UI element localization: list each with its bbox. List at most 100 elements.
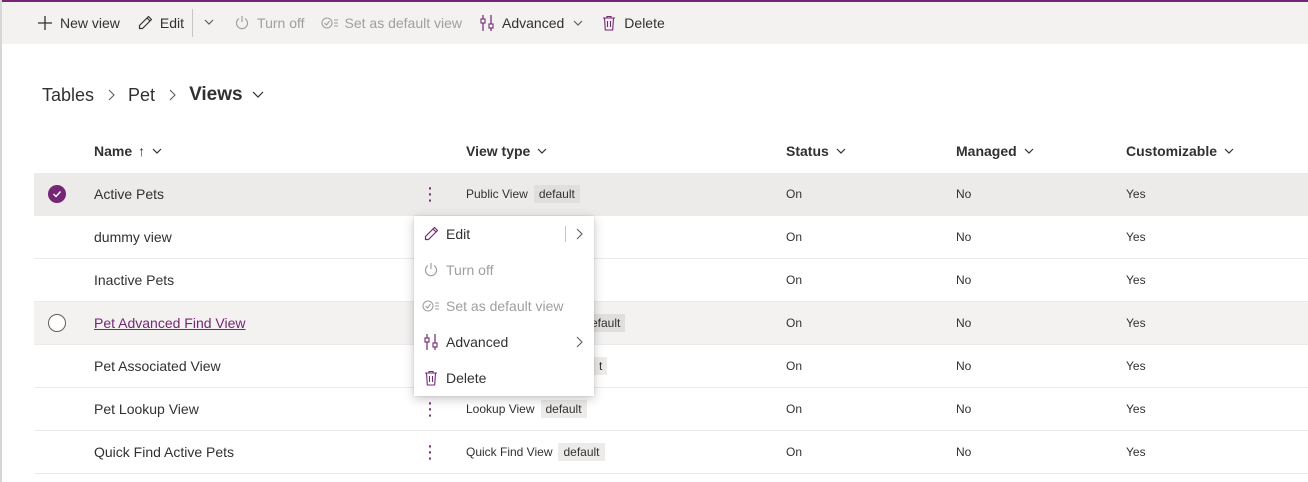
breadcrumb-pet[interactable]: Pet bbox=[128, 85, 155, 106]
row-name-link[interactable]: Pet Advanced Find View bbox=[94, 302, 246, 344]
row-managed: No bbox=[956, 445, 972, 459]
menu-item-edit[interactable]: Edit bbox=[414, 216, 594, 252]
trash-icon bbox=[422, 369, 440, 387]
chevron-right-icon bbox=[106, 88, 116, 102]
chevron-down-icon[interactable] bbox=[251, 89, 265, 101]
row-name[interactable]: Inactive Pets bbox=[94, 259, 174, 301]
row-managed: No bbox=[956, 230, 972, 244]
menu-item-delete[interactable]: Delete bbox=[414, 360, 594, 396]
set-default-label: Set as default view bbox=[344, 15, 463, 31]
more-options-icon[interactable]: ⋮ bbox=[420, 173, 440, 215]
table-row[interactable]: Inactive Pets On No Yes bbox=[34, 259, 1308, 302]
row-managed: No bbox=[956, 316, 972, 330]
power-icon bbox=[233, 14, 251, 32]
column-header-status[interactable]: Status bbox=[786, 130, 847, 172]
chevron-right-icon[interactable] bbox=[574, 216, 584, 252]
row-status: On bbox=[786, 359, 803, 373]
chevron-down-icon bbox=[151, 145, 163, 157]
view-type-text: Quick Find View bbox=[466, 445, 553, 459]
table-row[interactable]: Pet Associated View t On No Yes bbox=[34, 345, 1308, 388]
row-customizable: Yes bbox=[1126, 359, 1146, 373]
table-row[interactable]: Active Pets ⋮ Public View default On No … bbox=[34, 173, 1308, 216]
advanced-icon bbox=[478, 14, 496, 32]
column-header-managed-label: Managed bbox=[956, 143, 1017, 159]
menu-item-turn-off-label: Turn off bbox=[446, 262, 494, 278]
row-status: On bbox=[786, 402, 803, 416]
menu-item-edit-label: Edit bbox=[446, 226, 471, 242]
row-status: On bbox=[786, 445, 803, 459]
view-type-text: Public View bbox=[466, 187, 528, 201]
views-table-body: Active Pets ⋮ Public View default On No … bbox=[34, 173, 1308, 474]
table-row[interactable]: Pet Lookup View ⋮ Lookup View default On… bbox=[34, 388, 1308, 431]
column-header-view-type-label: View type bbox=[466, 143, 531, 159]
row-name[interactable]: Active Pets bbox=[94, 173, 164, 215]
column-header-name-label: Name bbox=[94, 143, 133, 159]
menu-item-advanced-label: Advanced bbox=[446, 334, 509, 350]
edit-label: Edit bbox=[159, 15, 185, 31]
chevron-down-icon bbox=[536, 145, 548, 157]
view-type-text: Lookup View bbox=[466, 402, 535, 416]
pencil-icon bbox=[422, 225, 440, 243]
sort-ascending-icon: ↑ bbox=[138, 143, 146, 159]
breadcrumb-views[interactable]: Views bbox=[189, 84, 243, 106]
row-managed: No bbox=[956, 402, 972, 416]
row-customizable: Yes bbox=[1126, 316, 1146, 330]
edit-button[interactable]: Edit bbox=[132, 7, 188, 39]
command-bar: New view Edit Turn off Set as default vi… bbox=[2, 2, 1308, 44]
table-row[interactable]: Pet Advanced Find View efault On No Yes bbox=[34, 302, 1308, 345]
left-border bbox=[0, 0, 2, 482]
row-view-type: Public View default bbox=[466, 173, 580, 215]
new-view-label: New view bbox=[60, 15, 120, 31]
new-view-button[interactable]: New view bbox=[32, 7, 124, 39]
advanced-button[interactable]: Advanced bbox=[474, 7, 588, 39]
breadcrumb: Tables Pet Views bbox=[42, 84, 265, 106]
table-header: Name ↑ View type Status Managed Customiz… bbox=[34, 130, 1308, 172]
edit-dropdown-button[interactable] bbox=[197, 7, 221, 39]
table-row[interactable]: dummy view On No Yes bbox=[34, 216, 1308, 259]
menu-item-set-default-view[interactable]: Set as default view bbox=[414, 288, 594, 324]
row-name[interactable]: Quick Find Active Pets bbox=[94, 431, 234, 473]
column-header-status-label: Status bbox=[786, 143, 829, 159]
default-view-icon bbox=[320, 14, 339, 32]
trash-icon bbox=[600, 14, 618, 32]
column-header-customizable-label: Customizable bbox=[1126, 143, 1218, 159]
default-badge: default bbox=[533, 185, 580, 203]
column-header-customizable[interactable]: Customizable bbox=[1126, 130, 1235, 172]
delete-button[interactable]: Delete bbox=[596, 7, 668, 39]
row-customizable: Yes bbox=[1126, 445, 1146, 459]
turn-off-button[interactable]: Turn off bbox=[229, 7, 308, 39]
chevron-down-icon bbox=[1023, 145, 1035, 157]
row-name[interactable]: Pet Associated View bbox=[94, 345, 221, 387]
advanced-label: Advanced bbox=[502, 15, 565, 31]
chevron-right-icon bbox=[167, 88, 177, 102]
delete-label: Delete bbox=[624, 15, 665, 31]
default-badge: default bbox=[540, 400, 587, 418]
row-checkbox[interactable] bbox=[48, 302, 68, 344]
pencil-icon bbox=[136, 14, 154, 32]
column-header-name[interactable]: Name ↑ bbox=[94, 130, 163, 172]
split-divider bbox=[565, 226, 566, 242]
row-name[interactable]: dummy view bbox=[94, 216, 172, 258]
row-name[interactable]: Pet Lookup View bbox=[94, 388, 199, 430]
column-header-view-type[interactable]: View type bbox=[466, 130, 548, 172]
menu-item-advanced[interactable]: Advanced bbox=[414, 324, 594, 360]
set-default-view-button[interactable]: Set as default view bbox=[317, 7, 467, 39]
row-customizable: Yes bbox=[1126, 273, 1146, 287]
table-row[interactable]: Quick Find Active Pets ⋮ Quick Find View… bbox=[34, 431, 1308, 474]
radio-circle-icon bbox=[48, 314, 66, 332]
breadcrumb-tables[interactable]: Tables bbox=[42, 85, 94, 106]
row-customizable: Yes bbox=[1126, 187, 1146, 201]
row-checkbox[interactable] bbox=[48, 173, 68, 215]
chevron-down-icon bbox=[835, 145, 847, 157]
default-badge: default bbox=[558, 443, 605, 461]
default-view-icon bbox=[422, 297, 440, 315]
chevron-down-icon bbox=[572, 17, 584, 29]
chevron-down-icon bbox=[1223, 145, 1235, 157]
advanced-icon bbox=[422, 333, 440, 351]
row-status: On bbox=[786, 316, 803, 330]
chevron-right-icon bbox=[574, 324, 584, 360]
more-options-icon[interactable]: ⋮ bbox=[420, 431, 440, 473]
menu-item-turn-off[interactable]: Turn off bbox=[414, 252, 594, 288]
row-context-menu: Edit Turn off Set as default view Advanc… bbox=[414, 216, 594, 396]
column-header-managed[interactable]: Managed bbox=[956, 130, 1035, 172]
